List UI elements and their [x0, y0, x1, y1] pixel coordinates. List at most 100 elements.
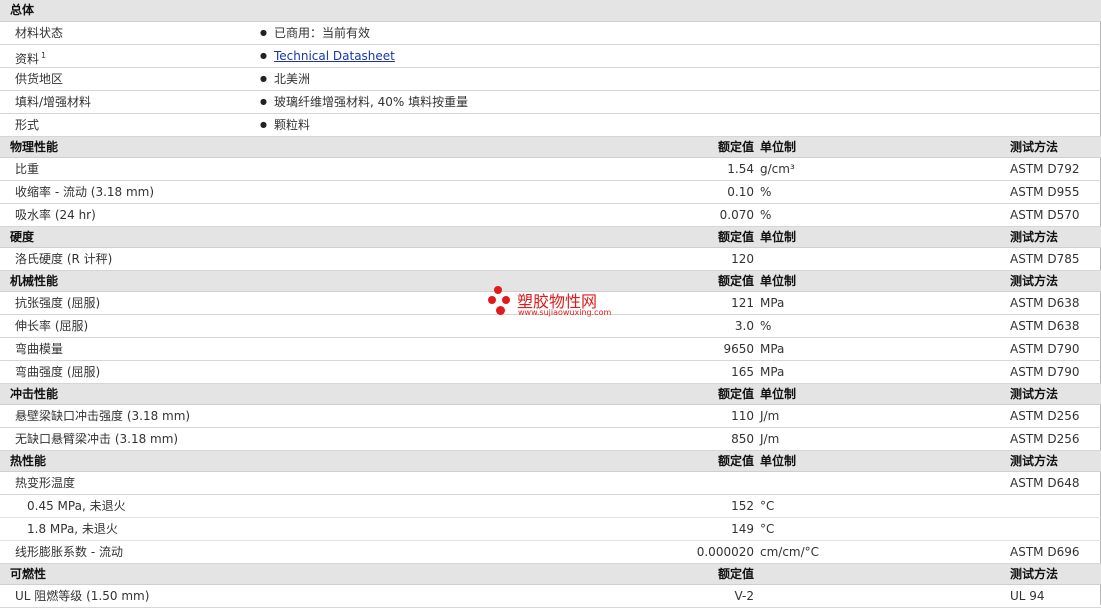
watermark-dot	[488, 296, 496, 304]
property-unit: J/m	[760, 409, 780, 423]
property-label: 供货地区	[15, 72, 64, 86]
property-value: V-2	[734, 589, 754, 603]
section-title: 总体	[10, 3, 35, 17]
property-unit: °C	[760, 522, 775, 536]
property-unit: g/cm³	[760, 162, 795, 176]
header-nominal-value: 额定值	[717, 140, 754, 154]
header-test-method: 测试方法	[1010, 140, 1059, 154]
section-title: 可燃性	[10, 567, 47, 581]
property-row: 0.45 MPa, 未退火 152 °C	[0, 495, 1101, 518]
section-title: 机械性能	[10, 274, 59, 288]
property-unit: MPa	[760, 296, 785, 310]
property-value: 152	[731, 499, 754, 513]
property-test-method: ASTM D256	[1010, 409, 1080, 423]
header-nominal-value: 额定值	[717, 567, 754, 581]
property-test-method: UL 94	[1010, 589, 1045, 603]
section-header: 冲击性能 额定值 单位制 测试方法	[0, 384, 1101, 405]
property-unit: cm/cm/°C	[760, 545, 820, 559]
section-title: 冲击性能	[10, 387, 59, 401]
general-row: 资料1 Technical Datasheet	[0, 45, 1101, 68]
property-value: 165	[731, 365, 754, 379]
property-unit: MPa	[760, 342, 785, 356]
header-test-method: 测试方法	[1010, 454, 1059, 468]
property-value: 149	[731, 522, 754, 536]
property-test-method: ASTM D648	[1010, 476, 1080, 490]
property-row: 弯曲强度 (屈服) 165 MPa ASTM D790	[0, 361, 1101, 384]
general-row: 材料状态 已商用：当前有效	[0, 22, 1101, 45]
property-test-method: ASTM D256	[1010, 432, 1080, 446]
property-test-method: ASTM D792	[1010, 162, 1080, 176]
property-value: 颗粒料	[260, 114, 310, 138]
header-unit: 单位制	[760, 230, 797, 244]
property-row: 收缩率 - 流动 (3.18 mm) 0.10% ASTM D955	[0, 181, 1101, 204]
property-value: 1.54	[727, 162, 754, 176]
property-value: 玻璃纤维增强材料, 40% 填料按重量	[260, 91, 468, 115]
general-row: 填料/增强材料 玻璃纤维增强材料, 40% 填料按重量	[0, 91, 1101, 114]
property-unit: MPa	[760, 365, 785, 379]
watermark-dot	[496, 306, 505, 315]
property-row: 热变形温度 ASTM D648	[0, 472, 1101, 495]
watermark-dot	[502, 296, 510, 304]
property-label: 伸长率 (屈服)	[15, 319, 89, 333]
property-unit: %	[760, 208, 772, 222]
section-header: 热性能 额定值 单位制 测试方法	[0, 451, 1101, 472]
header-nominal-value: 额定值	[717, 274, 754, 288]
property-row: 无缺口悬臂梁冲击 (3.18 mm) 850 J/m ASTM D256	[0, 428, 1101, 451]
property-label: 吸水率 (24 hr)	[15, 208, 96, 222]
section-title: 物理性能	[10, 140, 59, 154]
property-test-method: ASTM D785	[1010, 252, 1080, 266]
property-label: 形式	[15, 118, 40, 132]
property-label: 洛氏硬度 (R 计秤)	[15, 252, 113, 266]
section-title: 硬度	[10, 230, 35, 244]
property-label: 比重	[15, 162, 40, 176]
property-row: 悬壁梁缺口冲击强度 (3.18 mm) 110 J/m ASTM D256	[0, 405, 1101, 428]
property-label: 填料/增强材料	[15, 95, 92, 109]
property-unit: °C	[760, 499, 775, 513]
section-header: 可燃性 额定值 测试方法	[0, 564, 1101, 585]
header-unit: 单位制	[760, 274, 797, 288]
property-label: 悬壁梁缺口冲击强度 (3.18 mm)	[15, 409, 191, 423]
section-title: 热性能	[10, 454, 47, 468]
general-row: 形式 颗粒料	[0, 114, 1101, 137]
property-sections: 物理性能 额定值 单位制 测试方法 比重 1.54 g/cm³ ASTM D792 收缩率 - …	[0, 137, 1101, 608]
property-test-method: ASTM D790	[1010, 365, 1080, 379]
general-row: 供货地区 北美洲	[0, 68, 1101, 91]
property-row: 弯曲模量 9650 MPa ASTM D790	[0, 338, 1101, 361]
property-test-method: ASTM D955	[1010, 185, 1080, 199]
header-unit: 单位制	[760, 454, 797, 468]
property-value: 0.10	[727, 185, 754, 199]
section-header-general: 总体	[0, 0, 1101, 22]
header-unit: 单位制	[760, 140, 797, 154]
property-value: 120	[731, 252, 754, 266]
property-row: 1.8 MPa, 未退火 149 °C	[0, 518, 1101, 541]
header-test-method: 测试方法	[1010, 387, 1059, 401]
header-test-method: 测试方法	[1010, 567, 1059, 581]
property-label: 无缺口悬臂梁冲击 (3.18 mm)	[15, 432, 179, 446]
property-label: 抗张强度 (屈服)	[15, 296, 101, 310]
property-value: 北美洲	[260, 68, 310, 92]
property-label-text: 资料	[15, 52, 40, 66]
technical-datasheet-link[interactable]: Technical Datasheet	[274, 49, 395, 63]
property-test-method: ASTM D638	[1010, 296, 1080, 310]
property-row: 比重 1.54 g/cm³ ASTM D792	[0, 158, 1101, 181]
header-unit: 单位制	[760, 387, 797, 401]
header-nominal-value: 额定值	[717, 230, 754, 244]
property-unit: %	[760, 185, 772, 199]
property-value: 850	[731, 432, 754, 446]
property-label: 热变形温度	[15, 476, 76, 490]
property-label: 收缩率 - 流动 (3.18 mm)	[15, 185, 155, 199]
watermark-logo: 塑胶物性网 www.sujiaowuxing.com	[488, 286, 628, 322]
property-label: UL 阻燃等级 (1.50 mm)	[15, 589, 150, 603]
property-label: 线形膨胀系数 - 流动	[15, 545, 123, 559]
property-value: 9650	[723, 342, 754, 356]
property-unit: J/m	[760, 432, 780, 446]
datasheet-link-item: Technical Datasheet	[260, 45, 395, 69]
footnote-marker: 1	[41, 51, 47, 60]
header-nominal-value: 额定值	[717, 387, 754, 401]
property-test-method: ASTM D570	[1010, 208, 1080, 222]
header-test-method: 测试方法	[1010, 274, 1059, 288]
property-row: 洛氏硬度 (R 计秤) 120 ASTM D785	[0, 248, 1101, 271]
property-label: 资料 1	[15, 45, 46, 70]
property-row: 线形膨胀系数 - 流动 0.000020 cm/cm/°C ASTM D696	[0, 541, 1101, 564]
watermark-dot	[494, 286, 502, 294]
